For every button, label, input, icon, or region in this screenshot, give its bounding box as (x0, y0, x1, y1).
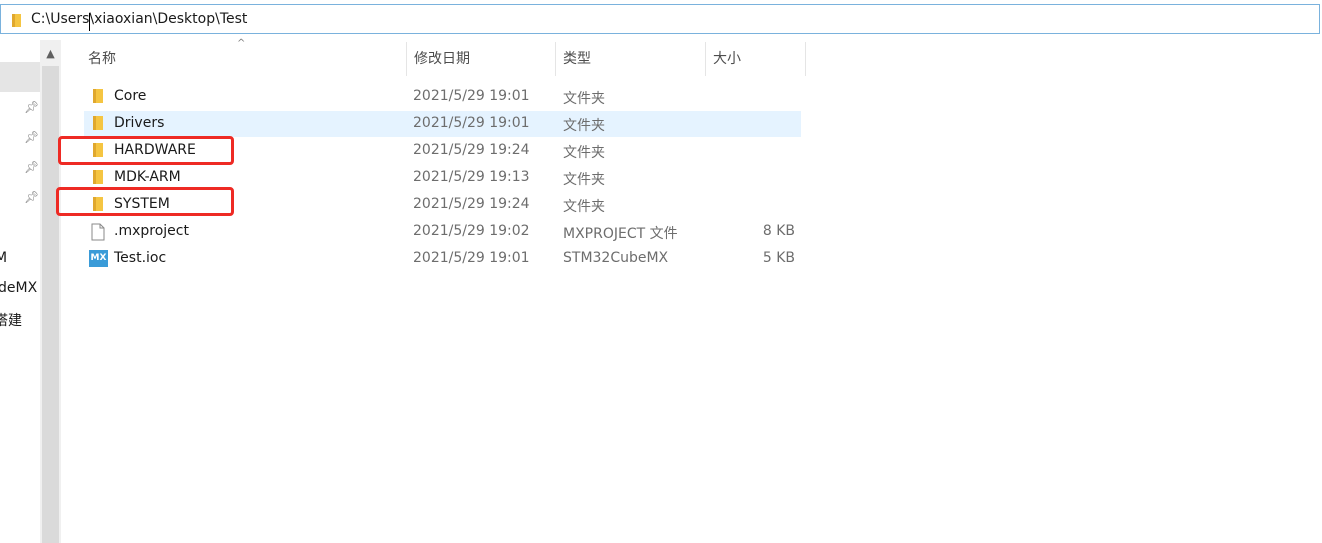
file-row[interactable]: Drivers 2021/5/29 19:01 文件夹 (84, 111, 801, 137)
file-date: 2021/5/29 19:24 (413, 142, 530, 158)
address-path[interactable]: C:\Users\xiaoxian\Desktop\Test (31, 11, 247, 27)
pin-icon: 📌︎ (24, 190, 40, 204)
folder-icon (93, 116, 103, 130)
file-type: MXPROJECT 文件 (563, 226, 678, 242)
file-type: 文件夹 (563, 199, 605, 215)
file-name[interactable]: Test.ioc (114, 250, 166, 266)
scroll-up-arrow-icon[interactable]: ▲ (40, 44, 61, 64)
nav-scrollbar[interactable]: ▲ (40, 40, 61, 543)
file-date: 2021/5/29 19:01 (413, 250, 530, 266)
folder-icon (12, 14, 21, 27)
file-type: 文件夹 (563, 118, 605, 134)
mx-icon: MX (89, 250, 108, 267)
pin-icon: 📌︎ (24, 130, 40, 144)
file-row[interactable]: MX Test.ioc 2021/5/29 19:01 STM32CubeMX … (84, 246, 801, 272)
file-name[interactable]: Drivers (114, 115, 164, 131)
file-name[interactable]: .mxproject (114, 223, 189, 239)
column-header-name[interactable]: 名称 (80, 44, 406, 76)
folder-icon (93, 170, 103, 184)
nav-item[interactable]: M (0, 250, 7, 266)
text-caret (89, 13, 90, 31)
file-type: STM32CubeMX (563, 250, 669, 266)
scroll-thumb[interactable] (42, 66, 59, 543)
highlight-box-system (56, 187, 234, 216)
column-divider[interactable] (805, 42, 806, 76)
file-size: 5 KB (762, 250, 795, 266)
nav-item[interactable]: 搭建 (0, 310, 22, 330)
file-row[interactable]: Core 2021/5/29 19:01 文件夹 (84, 84, 801, 110)
folder-icon (93, 89, 103, 103)
file-date: 2021/5/29 19:01 (413, 88, 530, 104)
file-type: 文件夹 (563, 145, 605, 161)
pin-icon: 📌︎ (24, 100, 40, 114)
nav-selected-item[interactable] (0, 62, 40, 92)
nav-item[interactable]: deMX (0, 280, 37, 296)
file-date: 2021/5/29 19:01 (413, 115, 530, 131)
file-row[interactable]: .mxproject 2021/5/29 19:02 MXPROJECT 文件 … (84, 219, 801, 245)
navigation-pane: 📌︎ 📌︎ 📌︎ 📌︎ M deMX 搭建 (0, 36, 40, 543)
file-name[interactable]: Core (114, 88, 146, 104)
file-icon (91, 223, 105, 241)
file-size: 8 KB (762, 223, 795, 239)
file-name[interactable]: MDK-ARM (114, 169, 181, 185)
column-header-type[interactable]: 类型 (555, 44, 705, 76)
column-header-date[interactable]: 修改日期 (406, 44, 555, 76)
file-date: 2021/5/29 19:24 (413, 196, 530, 212)
file-date: 2021/5/29 19:13 (413, 169, 530, 185)
pin-icon: 📌︎ (24, 160, 40, 174)
file-type: 文件夹 (563, 172, 605, 188)
highlight-box-hardware (58, 136, 234, 165)
address-bar[interactable]: C:\Users\xiaoxian\Desktop\Test (0, 4, 1320, 34)
file-date: 2021/5/29 19:02 (413, 223, 530, 239)
column-header-size[interactable]: 大小 (705, 44, 805, 76)
file-type: 文件夹 (563, 91, 605, 107)
